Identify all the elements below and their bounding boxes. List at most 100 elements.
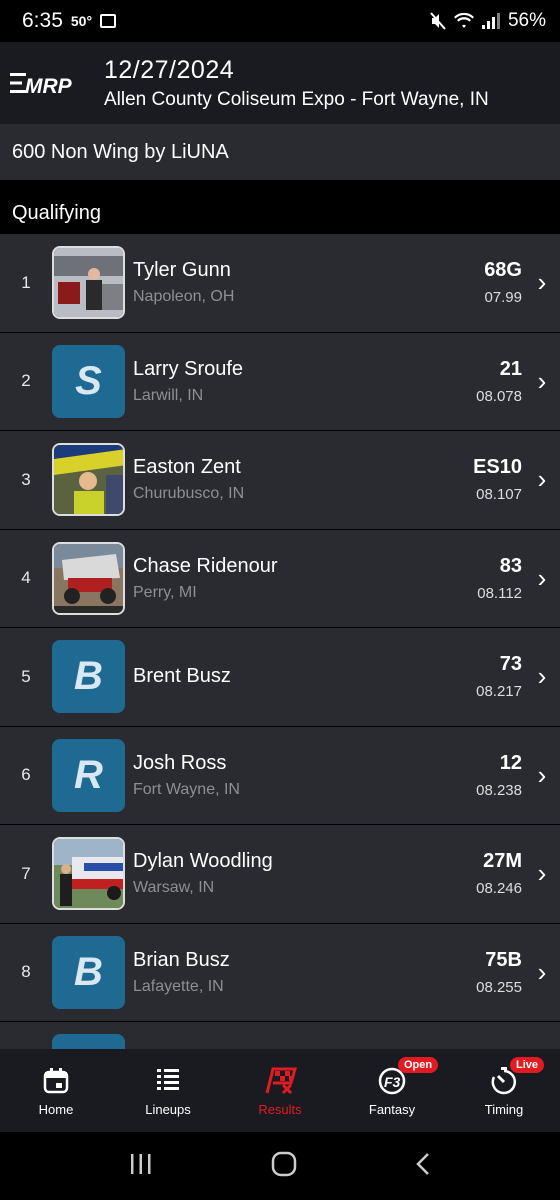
tab-home-label: Home	[38, 1102, 74, 1117]
row-position: 8	[21, 962, 31, 982]
recents-button[interactable]	[129, 1153, 153, 1180]
section-title: Qualifying	[0, 180, 560, 234]
result-row[interactable]: 3 Easton Zent Churubusco, IN ES10 08.107…	[0, 431, 560, 530]
wifi-icon	[453, 13, 474, 28]
driver-location: Fort Wayne, IN	[133, 780, 240, 798]
car-number: 27M	[483, 850, 522, 873]
driver-name: Easton Zent	[133, 456, 241, 479]
chevron-right-icon: ›	[537, 661, 547, 692]
calendar-icon	[42, 1064, 70, 1098]
driver-location: Napoleon, OH	[133, 288, 235, 306]
result-row[interactable]: 7 Dylan Woodling Warsaw, IN 27M 08.246 ›	[0, 825, 560, 924]
driver-name: Josh Ross	[133, 751, 227, 774]
driver-photo	[52, 541, 125, 615]
tab-timing[interactable]: Live Timing	[448, 1049, 560, 1132]
qualifying-time: 08.107	[476, 486, 522, 504]
tab-results-label: Results	[258, 1102, 302, 1117]
mrp-logo[interactable]: MRP	[8, 63, 78, 103]
row-position: 1	[21, 272, 31, 292]
chevron-right-icon: ›	[537, 956, 547, 987]
tab-home[interactable]: Home	[0, 1049, 112, 1132]
bottom-tab-bar: Home Lineups Results Open F3 Fantasy Liv…	[0, 1049, 560, 1132]
driver-initial-avatar: S	[52, 344, 125, 418]
qualifying-time: 08.078	[476, 387, 522, 405]
qualifying-time: 08.255	[476, 978, 522, 996]
system-nav-bar	[0, 1132, 560, 1200]
qualifying-time: 07.99	[484, 289, 522, 307]
car-number: 73	[499, 653, 522, 676]
row-position: 2	[21, 371, 31, 391]
tab-timing-label: Timing	[484, 1102, 524, 1117]
row-position: 7	[21, 863, 31, 883]
qualifying-time: 08.238	[476, 781, 522, 799]
status-temp: 50°	[70, 13, 93, 29]
driver-name: Dylan Woodling	[133, 850, 273, 873]
result-row[interactable]: 4 Chase Ridenour Perry, MI 83 08.112 ›	[0, 529, 560, 628]
fantasy-open-badge: Open	[398, 1057, 439, 1073]
driver-location: Lafayette, IN	[133, 977, 224, 995]
home-button[interactable]	[271, 1151, 297, 1182]
tab-fantasy-label: Fantasy	[368, 1102, 416, 1117]
result-row[interactable]: 8 B Brian Busz Lafayette, IN 75B 08.255 …	[0, 923, 560, 1022]
driver-location: Warsaw, IN	[133, 879, 215, 897]
chevron-right-icon: ›	[537, 759, 547, 790]
result-row[interactable]: 1 Tyler Gunn Napoleon, OH 68G 07.99 ›	[0, 234, 560, 333]
driver-location: Larwill, IN	[133, 386, 204, 404]
car-number: 68G	[484, 259, 522, 282]
car-number: 83	[499, 554, 522, 577]
tab-fantasy[interactable]: Open F3 Fantasy	[336, 1049, 448, 1132]
timing-live-badge: Live	[510, 1057, 545, 1073]
driver-name: Brian Busz	[133, 948, 230, 971]
event-venue: Allen County Coliseum Expo - Fort Wayne,…	[104, 88, 489, 110]
chevron-right-icon: ›	[537, 464, 547, 495]
chevron-right-icon: ›	[537, 562, 547, 593]
mute-icon	[430, 12, 446, 30]
svg-text:MRP: MRP	[25, 75, 73, 98]
svg-text:F3: F3	[384, 1074, 401, 1090]
row-position: 3	[21, 469, 31, 489]
car-number: ES10	[473, 456, 522, 479]
back-button[interactable]	[415, 1152, 431, 1181]
event-header: MRP 12/27/2024 Allen County Coliseum Exp…	[0, 42, 560, 124]
status-time: 6:35	[22, 9, 63, 32]
driver-initial-avatar: B	[52, 640, 125, 714]
driver-photo	[52, 443, 125, 517]
row-position: 5	[21, 666, 31, 686]
tab-lineups[interactable]: Lineups	[112, 1049, 224, 1132]
result-row-partial[interactable]	[0, 1022, 560, 1049]
car-number: 75B	[485, 948, 522, 971]
checkered-flag-icon	[261, 1064, 299, 1098]
tab-results[interactable]: Results	[224, 1049, 336, 1132]
result-row[interactable]: 6 R Josh Ross Fort Wayne, IN 12 08.238 ›	[0, 726, 560, 825]
driver-name: Chase Ridenour	[133, 554, 278, 577]
car-number: 21	[499, 357, 522, 380]
qualifying-time: 08.112	[477, 584, 522, 602]
result-row[interactable]: 2 S Larry Sroufe Larwill, IN 21 08.078 ›	[0, 332, 560, 431]
chevron-right-icon: ›	[537, 267, 547, 298]
tab-lineups-label: Lineups	[145, 1102, 191, 1117]
chevron-right-icon: ›	[537, 365, 547, 396]
row-position: 6	[21, 765, 31, 785]
driver-location: Perry, MI	[133, 583, 197, 601]
class-title: 600 Non Wing by LiUNA	[0, 124, 560, 180]
driver-name: Tyler Gunn	[133, 259, 231, 282]
driver-initial-avatar: R	[52, 738, 125, 812]
driver-photo	[52, 837, 125, 911]
status-bar: 6:35 50° 56%	[0, 0, 560, 42]
qualifying-time: 08.246	[476, 880, 522, 898]
signal-icon	[481, 13, 500, 29]
result-row[interactable]: 5 B Brent Busz 73 08.217 ›	[0, 628, 560, 727]
driver-name: Larry Sroufe	[133, 357, 244, 380]
driver-name: Brent Busz	[133, 665, 231, 688]
driver-photo	[52, 246, 125, 320]
event-date: 12/27/2024	[104, 55, 235, 84]
driver-initial-avatar	[52, 1034, 125, 1049]
car-number: 12	[499, 751, 522, 774]
list-icon	[155, 1064, 181, 1098]
results-list: 1 Tyler Gunn Napoleon, OH 68G 07.99 › 2 …	[0, 234, 560, 1049]
image-notification-icon	[100, 14, 117, 28]
driver-location: Churubusco, IN	[133, 485, 245, 503]
driver-initial-avatar: B	[52, 935, 125, 1009]
battery-level: 56%	[507, 10, 546, 31]
chevron-right-icon: ›	[537, 858, 547, 889]
